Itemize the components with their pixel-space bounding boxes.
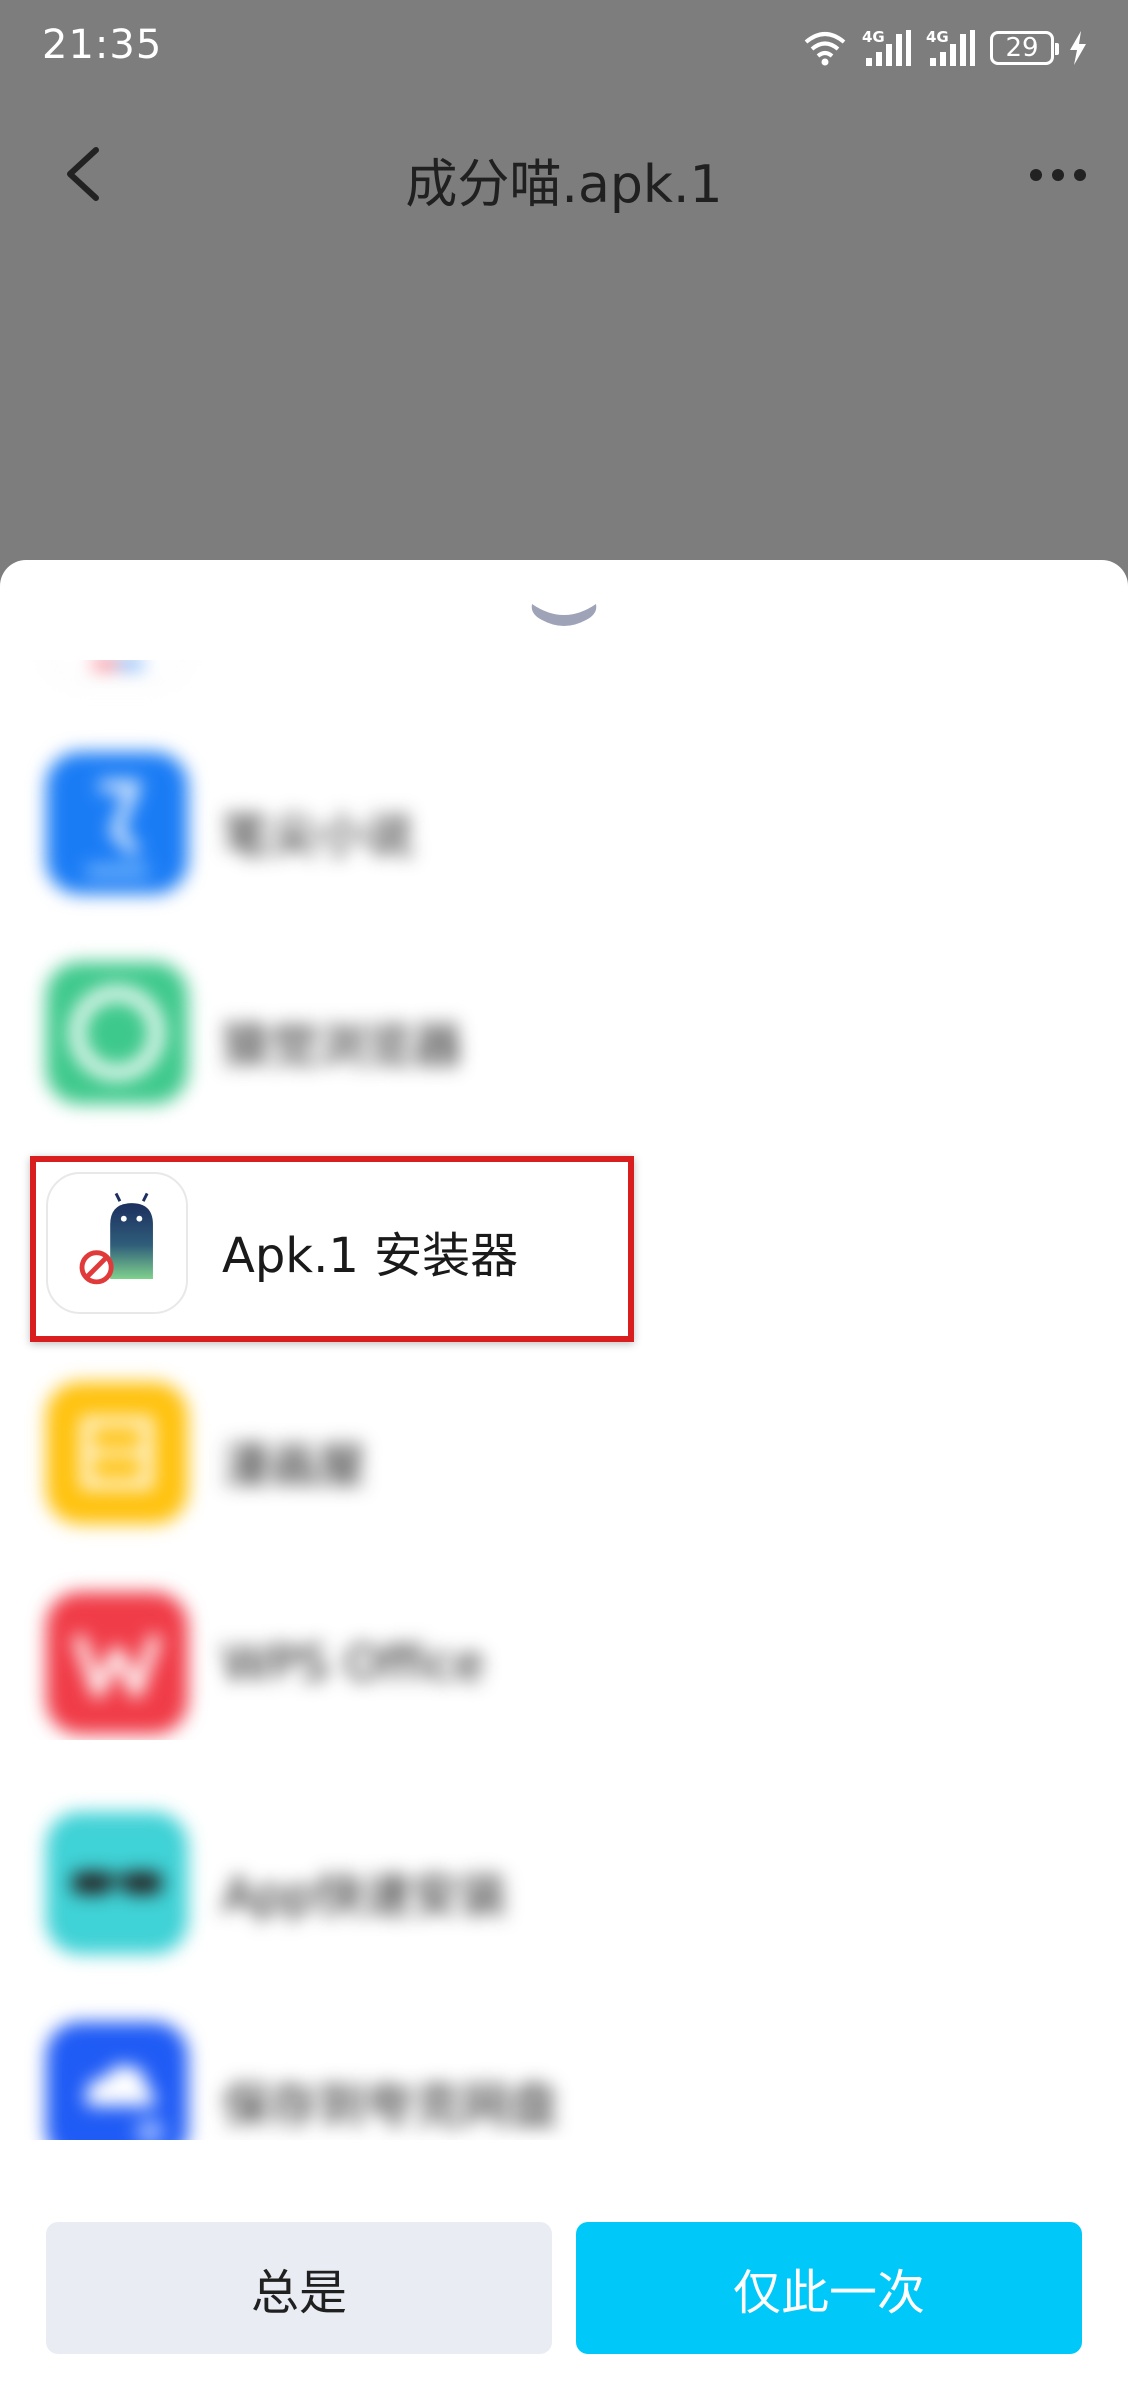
always-button[interactable]: 总是: [46, 2222, 552, 2354]
list-item[interactable]: 漫画屋: [0, 1340, 1128, 1540]
charging-bolt-icon: [1070, 31, 1086, 65]
status-bar: 21:35 4G 4G 29: [0, 0, 1128, 100]
app-icon-partial: [46, 660, 188, 684]
app-label: 笔尖小说: [222, 808, 415, 864]
more-dots-icon: [1030, 169, 1086, 181]
app-label: 保存到夸克网盘: [222, 2078, 559, 2134]
battery-indicator: 29: [990, 31, 1059, 65]
signal-bars-icon: [866, 30, 911, 66]
more-options-button[interactable]: [1018, 140, 1098, 210]
app-label: 漫画屋: [222, 1438, 367, 1494]
app-chooser-sheet: 笔尖小说 猿觉浏览器 Apk.1 安装器 漫画屋 WPS Office App快…: [0, 560, 1128, 2400]
status-time: 21:35: [42, 22, 163, 68]
list-item[interactable]: WPS Office: [0, 1550, 1128, 1740]
novel-app-icon: [46, 752, 188, 894]
just-once-button[interactable]: 仅此一次: [576, 2222, 1082, 2354]
browser-app-icon: [46, 962, 188, 1104]
app-label: Apk.1 安装器: [222, 1228, 519, 1284]
top-app-bar: 成分喵.apk.1: [0, 110, 1128, 240]
android-installer-icon: [46, 1172, 188, 1314]
list-item[interactable]: App快速安装: [0, 1770, 1128, 1970]
app-list[interactable]: 笔尖小说 猿觉浏览器 Apk.1 安装器 漫画屋 WPS Office: [0, 660, 1128, 1740]
page-title: 成分喵.apk.1: [405, 155, 723, 215]
comic-app-icon: [46, 1382, 188, 1524]
cell-signal-1: 4G: [862, 28, 912, 68]
app-label: 猿觉浏览器: [222, 1018, 463, 1074]
status-icons: 4G 4G 29: [802, 26, 1088, 70]
battery-level: 29: [1005, 33, 1039, 63]
list-item[interactable]: [0, 660, 1128, 700]
fast-install-app-icon: [46, 1812, 188, 1954]
collapse-handle[interactable]: [524, 596, 604, 632]
wifi-icon: [804, 32, 846, 66]
list-item[interactable]: 笔尖小说: [0, 710, 1128, 910]
chevron-down-icon: [531, 604, 597, 626]
app-label: WPS Office: [222, 1636, 485, 1692]
cell-signal-2: 4G: [926, 28, 976, 68]
list-item[interactable]: 猿觉浏览器: [0, 920, 1128, 1120]
cloud-drive-app-icon: [46, 2022, 188, 2140]
wps-office-icon: [46, 1592, 188, 1734]
list-item-apk-installer[interactable]: Apk.1 安装器: [0, 1130, 1128, 1330]
signal-bars-icon: [930, 30, 975, 66]
app-label: App快速安装: [222, 1868, 508, 1924]
list-item[interactable]: 保存到夸克网盘: [0, 1980, 1128, 2140]
